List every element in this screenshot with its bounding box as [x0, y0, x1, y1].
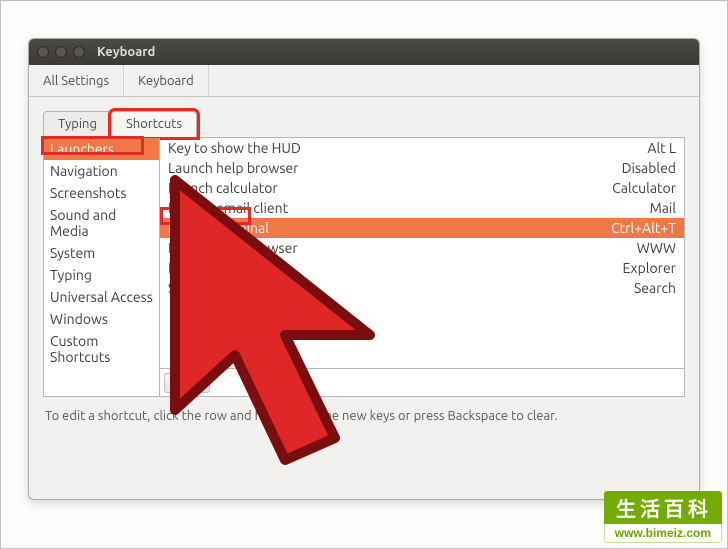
tab-shortcuts[interactable]: Shortcuts: [111, 111, 197, 137]
category-item[interactable]: Custom Shortcuts: [44, 330, 159, 368]
shortcut-right-column: Key to show the HUDAlt LLaunch help brow…: [160, 138, 684, 396]
add-button[interactable]: +: [164, 373, 186, 393]
shortcut-row[interactable]: Launch terminalCtrl+Alt+T: [160, 218, 684, 238]
shortcut-row[interactable]: SearchSearch: [160, 278, 684, 298]
shortcut-row[interactable]: Home folderExplorer: [160, 258, 684, 278]
watermark-url: www.bimeiz.com: [604, 524, 722, 543]
shortcut-key: WWW: [627, 240, 676, 256]
minimize-icon[interactable]: [55, 46, 67, 58]
window-title: Keyboard: [97, 45, 155, 59]
maximize-icon[interactable]: [73, 46, 85, 58]
help-text: To edit a shortcut, click the row and ho…: [29, 403, 699, 433]
shortcut-action: Launch email client: [168, 200, 640, 216]
category-item[interactable]: Navigation: [44, 160, 159, 182]
shortcut-action: Launch terminal: [168, 220, 601, 236]
breadcrumb-keyboard[interactable]: Keyboard: [124, 65, 209, 96]
shortcut-action: Launch help browser: [168, 160, 612, 176]
tab-bar: Typing Shortcuts: [29, 97, 699, 137]
category-item[interactable]: Windows: [44, 308, 159, 330]
shortcut-key: Alt L: [637, 140, 676, 156]
shortcut-key: Disabled: [612, 160, 676, 176]
shortcut-key: Calculator: [602, 180, 676, 196]
shortcut-action: Home folder: [168, 260, 613, 276]
shortcut-key: Mail: [640, 200, 676, 216]
watermark: 生活百科 www.bimeiz.com: [604, 491, 722, 543]
breadcrumb-all-settings[interactable]: All Settings: [29, 65, 124, 96]
window-titlebar: Keyboard: [29, 39, 699, 65]
category-item[interactable]: Universal Access: [44, 286, 159, 308]
category-item[interactable]: Typing: [44, 264, 159, 286]
category-item[interactable]: Launchers: [44, 138, 159, 160]
keyboard-settings-window: Keyboard All Settings Keyboard Typing Sh…: [28, 38, 700, 500]
shortcuts-panel: LaunchersNavigationScreenshotsSound and …: [43, 137, 685, 397]
shortcut-list: Key to show the HUDAlt LLaunch help brow…: [160, 138, 684, 368]
shortcut-row[interactable]: Key to show the HUDAlt L: [160, 138, 684, 158]
shortcut-row[interactable]: Launch help browserDisabled: [160, 158, 684, 178]
tab-typing[interactable]: Typing: [43, 111, 112, 137]
breadcrumb: All Settings Keyboard: [29, 65, 699, 97]
category-item[interactable]: Screenshots: [44, 182, 159, 204]
shortcut-row[interactable]: Launch calculatorCalculator: [160, 178, 684, 198]
category-item[interactable]: Sound and Media: [44, 204, 159, 242]
shortcut-button-bar: + −: [160, 368, 684, 396]
shortcut-action: Launch web browser: [168, 240, 627, 256]
shortcut-row[interactable]: Launch email clientMail: [160, 198, 684, 218]
shortcut-action: Launch calculator: [168, 180, 602, 196]
shortcut-row[interactable]: Launch web browserWWW: [160, 238, 684, 258]
watermark-title: 生活百科: [604, 491, 722, 524]
close-icon[interactable]: [37, 46, 49, 58]
shortcut-key: Search: [624, 280, 676, 296]
shortcut-action: Search: [168, 280, 624, 296]
shortcut-action: Key to show the HUD: [168, 140, 637, 156]
category-item[interactable]: System: [44, 242, 159, 264]
category-list: LaunchersNavigationScreenshotsSound and …: [44, 138, 160, 396]
shortcut-key: Explorer: [613, 260, 676, 276]
shortcut-key: Ctrl+Alt+T: [601, 220, 676, 236]
remove-button[interactable]: −: [188, 373, 210, 393]
